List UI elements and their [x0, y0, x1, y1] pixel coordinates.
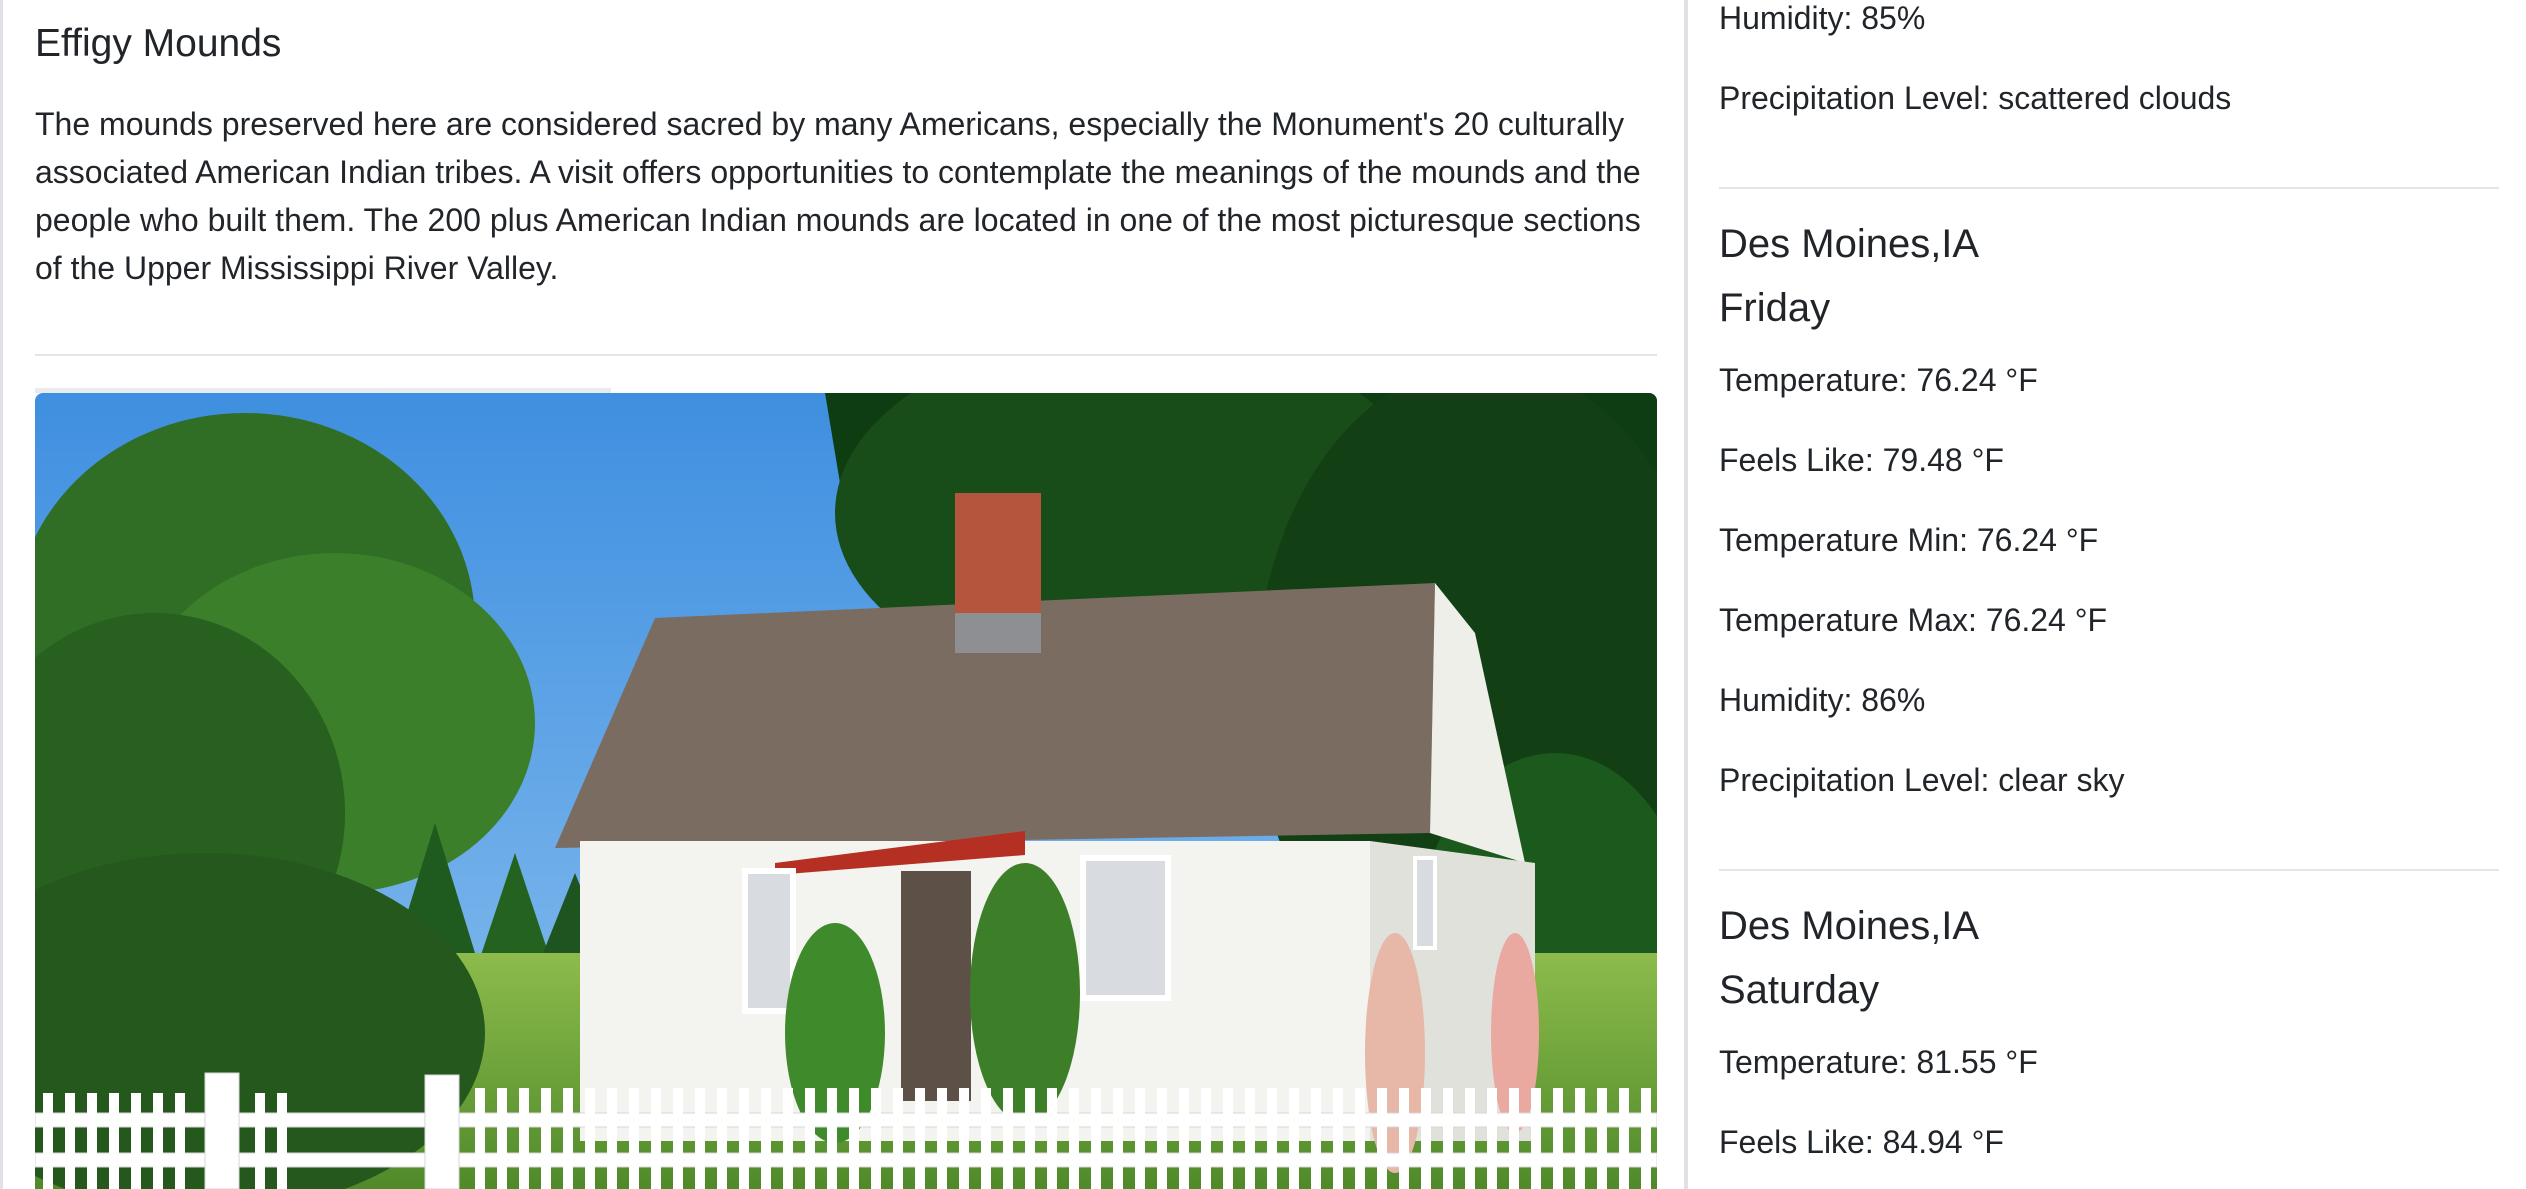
divider: [1719, 187, 2499, 189]
weather-forecast: Humidity: 85% Precipitation Level: scatt…: [1688, 0, 2526, 1189]
humidity-text: Humidity: 85%: [1719, 0, 1926, 36]
park-description: The mounds preserved here are considered…: [35, 106, 1641, 286]
temperature-text: Temperature: 76.24 °F: [1719, 362, 2038, 398]
temperature-text: Temperature: 81.55 °F: [1719, 1044, 2038, 1080]
divider: [1719, 869, 2499, 871]
forecast-day: Friday: [1719, 286, 1831, 330]
humidity-text: Humidity: 86%: [1719, 682, 1926, 718]
park-title: Effigy Mounds: [35, 22, 282, 65]
page: Effigy Mounds The mounds preserved here …: [0, 0, 2526, 1189]
forecast-city: Des Moines,IA: [1719, 222, 1980, 266]
precipitation-text: Precipitation Level: clear sky: [1719, 762, 2125, 798]
feels-like-text: Feels Like: 84.94 °F: [1719, 1124, 2004, 1160]
feels-like-text: Feels Like: 79.48 °F: [1719, 442, 2004, 478]
park-photo: [35, 393, 1657, 1189]
temperature-min-text: Temperature Min: 76.24 °F: [1719, 522, 2099, 558]
park-card: Effigy Mounds The mounds preserved here …: [0, 0, 1688, 1189]
temperature-max-text: Temperature Max: 76.24 °F: [1719, 602, 2108, 638]
divider: [35, 354, 1657, 356]
forecast-city: Des Moines,IA: [1719, 904, 1980, 948]
forecast-day: Saturday: [1719, 968, 1880, 1012]
precipitation-text: Precipitation Level: scattered clouds: [1719, 80, 2232, 116]
